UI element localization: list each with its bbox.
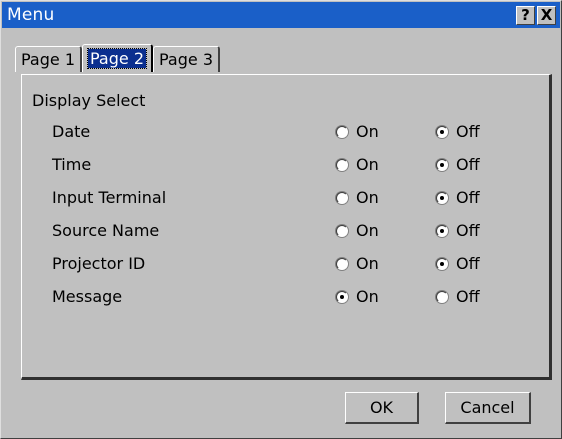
- close-icon: X: [540, 5, 553, 24]
- cancel-label: Cancel: [460, 398, 515, 417]
- row-date: Date On Off: [22, 121, 549, 145]
- radio-button[interactable]: [336, 191, 348, 204]
- row-label: Input Terminal: [52, 188, 167, 207]
- on-label: On: [356, 287, 379, 306]
- projector-id-on-option[interactable]: On: [336, 254, 379, 273]
- close-button[interactable]: X: [537, 5, 556, 25]
- tab-label: Page 1: [21, 50, 75, 69]
- projector-id-off-option[interactable]: Off: [436, 254, 480, 273]
- on-label: On: [356, 221, 379, 240]
- tab-page-2[interactable]: Page 2: [82, 44, 153, 72]
- on-label: On: [356, 155, 379, 174]
- tab-label: Page 2: [87, 48, 147, 69]
- off-label: Off: [456, 188, 480, 207]
- time-off-option[interactable]: Off: [436, 155, 480, 174]
- cancel-button[interactable]: Cancel: [445, 392, 531, 424]
- radio-button[interactable]: [436, 191, 448, 204]
- row-projector-id: Projector ID On Off: [22, 253, 549, 277]
- off-label: Off: [456, 122, 480, 141]
- radio-button[interactable]: [436, 125, 448, 138]
- off-label: Off: [456, 287, 480, 306]
- row-label: Source Name: [52, 221, 160, 240]
- input-terminal-on-option[interactable]: On: [336, 188, 379, 207]
- title-bar: Menu ? X: [2, 2, 560, 28]
- help-icon: ?: [521, 5, 530, 24]
- menu-window: Menu ? X Page 1 Page 2 Page 3 Display Se…: [0, 0, 562, 439]
- radio-button[interactable]: [336, 290, 348, 303]
- row-time: Time On Off: [22, 154, 549, 178]
- message-off-option[interactable]: Off: [436, 287, 480, 306]
- off-label: Off: [456, 221, 480, 240]
- tab-page-1[interactable]: Page 1: [15, 46, 82, 72]
- section-title: Display Select: [32, 91, 146, 110]
- input-terminal-off-option[interactable]: Off: [436, 188, 480, 207]
- on-label: On: [356, 254, 379, 273]
- radio-button[interactable]: [336, 257, 348, 270]
- on-label: On: [356, 188, 379, 207]
- row-label: Date: [52, 122, 91, 141]
- tab-strip: Page 1 Page 2 Page 3: [15, 44, 220, 72]
- radio-button[interactable]: [436, 290, 448, 303]
- radio-button[interactable]: [436, 257, 448, 270]
- on-label: On: [356, 122, 379, 141]
- radio-button[interactable]: [336, 125, 348, 138]
- radio-button[interactable]: [436, 224, 448, 237]
- row-label: Message: [52, 287, 123, 306]
- date-on-option[interactable]: On: [336, 122, 379, 141]
- row-source-name: Source Name On Off: [22, 220, 549, 244]
- message-on-option[interactable]: On: [336, 287, 379, 306]
- source-name-on-option[interactable]: On: [336, 221, 379, 240]
- tab-panel: Display Select Date On Off Time On Off I…: [21, 74, 552, 380]
- time-on-option[interactable]: On: [336, 155, 379, 174]
- window-title: Menu: [7, 5, 55, 25]
- row-label: Time: [52, 155, 92, 174]
- off-label: Off: [456, 254, 480, 273]
- ok-label: OK: [369, 398, 394, 417]
- row-input-terminal: Input Terminal On Off: [22, 187, 549, 211]
- radio-button[interactable]: [336, 224, 348, 237]
- source-name-off-option[interactable]: Off: [436, 221, 480, 240]
- title-bar-buttons: ? X: [516, 5, 556, 25]
- help-button[interactable]: ?: [516, 5, 535, 25]
- ok-button[interactable]: OK: [345, 392, 419, 424]
- tab-page-3[interactable]: Page 3: [153, 46, 220, 72]
- row-label: Projector ID: [52, 254, 146, 273]
- tab-label: Page 3: [159, 50, 213, 69]
- radio-button[interactable]: [336, 158, 348, 171]
- off-label: Off: [456, 155, 480, 174]
- radio-button[interactable]: [436, 158, 448, 171]
- row-message: Message On Off: [22, 286, 549, 310]
- date-off-option[interactable]: Off: [436, 122, 480, 141]
